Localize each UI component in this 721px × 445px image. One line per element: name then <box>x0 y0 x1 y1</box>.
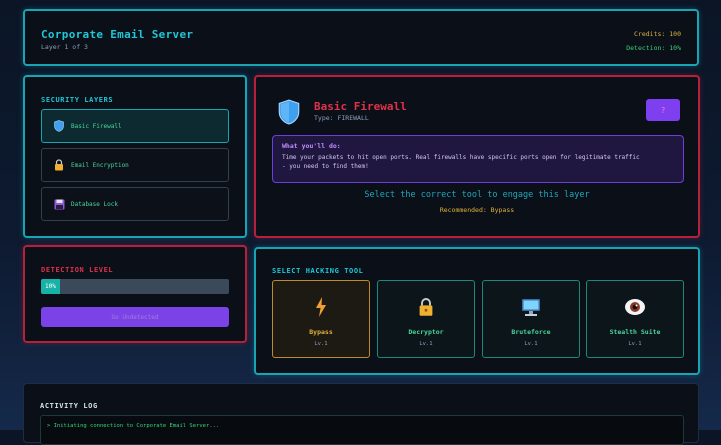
detection-counter: Detection: 10% <box>626 44 681 52</box>
detection-percent: 10% <box>44 283 56 290</box>
activity-log-output[interactable]: > Initiating connection to Corporate Ema… <box>40 415 684 445</box>
security-layers-panel: SECURITY LAYERS Basic Firewall Email Enc… <box>23 75 247 238</box>
lock-icon <box>52 158 66 172</box>
detection-bar-fill: 10% <box>41 279 60 294</box>
page-title: Corporate Email Server <box>41 28 194 41</box>
header-panel: Corporate Email Server Layer 1 of 3 Cred… <box>23 9 699 66</box>
detection-bar: 10% <box>41 279 229 294</box>
security-layers-title: SECURITY LAYERS <box>41 96 114 104</box>
tool-card-bruteforce[interactable]: Bruteforce Lv.1 <box>482 280 580 358</box>
shield-icon <box>52 119 66 133</box>
layer-label: Database Lock <box>71 200 118 208</box>
computer-icon <box>483 297 579 317</box>
tool-level: Lv.1 <box>628 341 642 347</box>
tool-level: Lv.1 <box>314 341 328 347</box>
activity-log-title: ACTIVITY LOG <box>40 402 98 410</box>
tool-name: Bruteforce <box>511 328 551 336</box>
instructions-title: What you'll do: <box>282 142 341 150</box>
credits-counter: Credits: 100 <box>634 30 681 38</box>
shield-icon <box>278 99 300 129</box>
eye-icon <box>587 297 683 317</box>
hacking-tools-title: SELECT HACKING TOOL <box>272 267 364 275</box>
layer-label: Basic Firewall <box>71 122 122 130</box>
instructions-text: Time your packets to hit open ports. Rea… <box>282 154 640 170</box>
recommended-tool: Recommended: Bypass <box>439 206 515 214</box>
log-line: > Initiating connection to Corporate Ema… <box>47 423 220 429</box>
layer-item-basic-firewall[interactable]: Basic Firewall <box>41 109 229 143</box>
disk-icon <box>52 197 66 211</box>
tool-card-bypass[interactable]: Bypass Lv.1 <box>272 280 370 358</box>
layer-name: Basic Firewall <box>314 100 407 113</box>
layer-type: Type: FIREWALL <box>314 114 369 122</box>
layer-detail-panel: Basic Firewall Type: FIREWALL ? What you… <box>254 75 700 238</box>
go-undetected-label: Go Undetected <box>111 313 159 321</box>
tool-level: Lv.1 <box>419 341 433 347</box>
tool-name: Stealth Suite <box>609 328 661 336</box>
layer-label: Email Encryption <box>71 161 129 169</box>
layer-item-email-encryption[interactable]: Email Encryption <box>41 148 229 182</box>
tool-name: Decryptor <box>408 328 444 336</box>
engage-prompt: Select the correct tool to engage this l… <box>364 190 590 200</box>
detection-panel: DETECTION LEVEL 10% Go Undetected <box>23 245 247 343</box>
lightning-icon <box>273 297 369 317</box>
tool-level: Lv.1 <box>524 341 538 347</box>
question-icon: ? <box>660 105 666 115</box>
detection-title: DETECTION LEVEL <box>41 266 114 274</box>
hint-button[interactable]: ? <box>646 99 680 121</box>
tool-name: Bypass <box>309 328 333 336</box>
activity-log-panel: ACTIVITY LOG > Initiating connection to … <box>23 383 699 445</box>
hacking-tools-panel: SELECT HACKING TOOL Bypass Lv.1 Decrypto… <box>254 247 700 375</box>
tool-card-decryptor[interactable]: Decryptor Lv.1 <box>377 280 475 358</box>
go-undetected-button[interactable]: Go Undetected <box>41 307 229 327</box>
instructions-box: What you'll do: Time your packets to hit… <box>272 135 684 183</box>
lock-icon <box>378 297 474 317</box>
layer-progress-text: Layer 1 of 3 <box>41 43 88 51</box>
layer-item-database-lock[interactable]: Database Lock <box>41 187 229 221</box>
tool-card-stealth-suite[interactable]: Stealth Suite Lv.1 <box>586 280 684 358</box>
